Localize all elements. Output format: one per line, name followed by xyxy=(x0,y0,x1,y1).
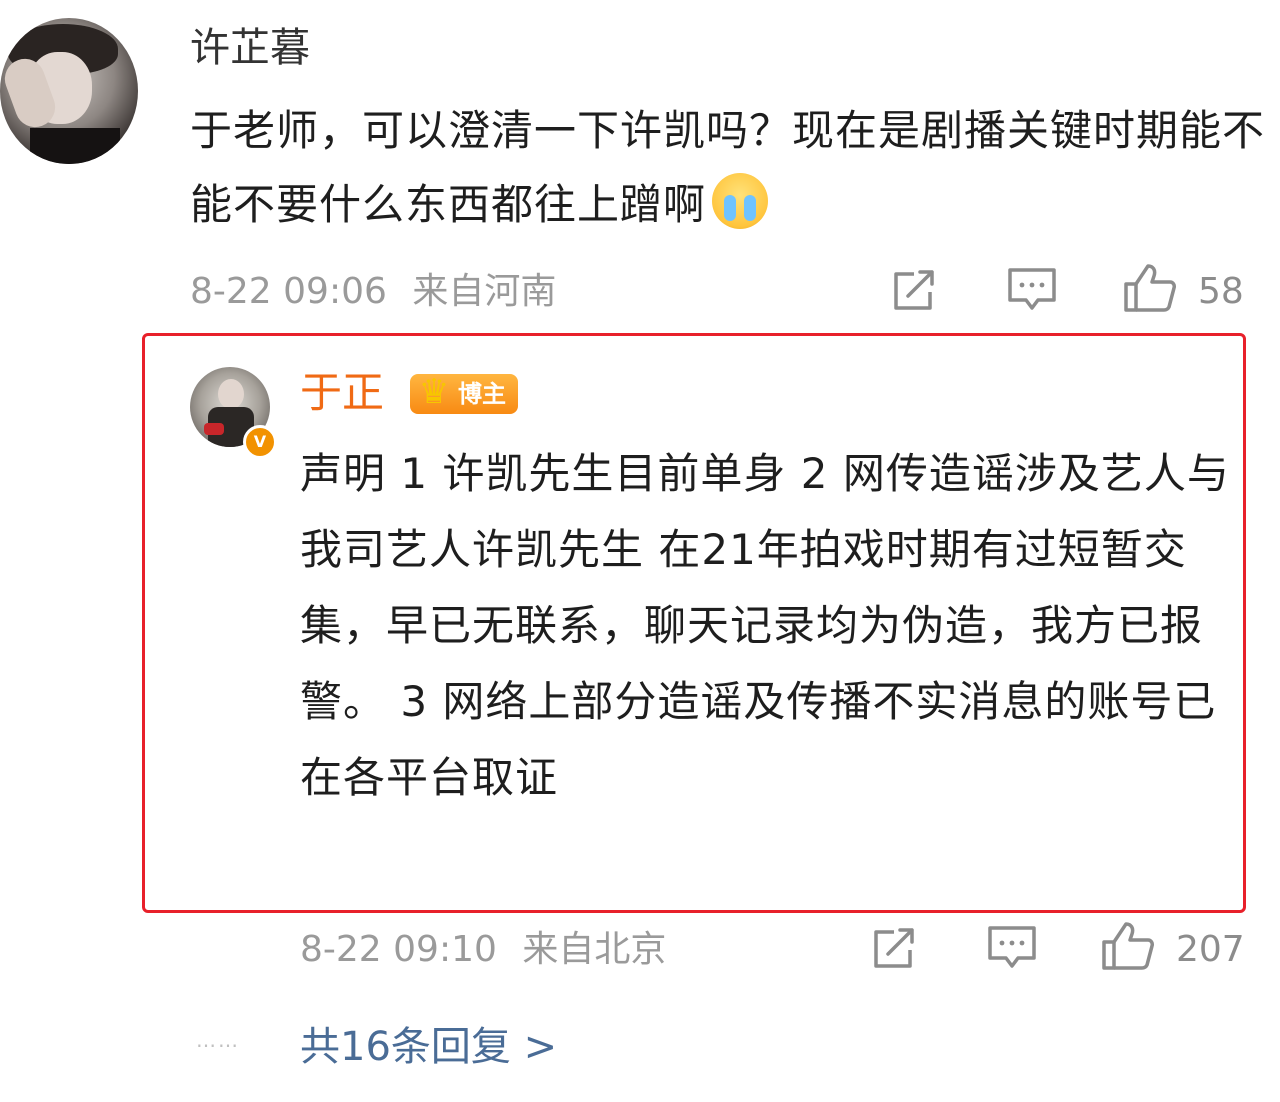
avatar[interactable] xyxy=(0,18,138,164)
like-icon[interactable] xyxy=(1100,920,1156,972)
verified-badge-icon: V xyxy=(243,425,277,459)
reply-text: 声明 1 许凯先生目前单身 2 网传造谣涉及艺人与我司艺人许凯先生 在21年拍戏… xyxy=(300,449,1230,802)
comment-timestamp: 8-22 09:06 xyxy=(190,271,387,312)
repost-icon[interactable] xyxy=(870,926,920,972)
reply-meta: 8-22 09:10 来自北京 xyxy=(300,928,666,972)
comment-location: 来自河南 xyxy=(412,271,557,312)
reply-location: 来自北京 xyxy=(522,929,667,970)
like-count: 207 xyxy=(1176,929,1245,970)
comment-text: 于老师，可以澄清一下许凯吗？现在是剧播关键时期能不能不要什么东西都往上蹭啊 xyxy=(190,94,1270,242)
repost-icon[interactable] xyxy=(890,268,940,314)
crown-icon: ♛ xyxy=(418,372,450,412)
comment-username[interactable]: 许芷暮 xyxy=(190,24,310,72)
separator-dots: …… xyxy=(196,1028,240,1052)
blogger-badge: ♛ 博主 xyxy=(410,372,518,414)
like-count: 58 xyxy=(1198,271,1244,312)
like-icon[interactable] xyxy=(1122,262,1178,314)
comment-icon[interactable] xyxy=(986,924,1038,972)
reply-username[interactable]: 于正 xyxy=(300,368,384,418)
comment-icon[interactable] xyxy=(1006,266,1058,314)
comment-meta: 8-22 09:06 来自河南 xyxy=(190,270,556,314)
cry-emoji-icon xyxy=(712,173,769,229)
blogger-badge-label: 博主 xyxy=(458,380,506,408)
more-replies-link[interactable]: 共16条回复 > xyxy=(300,1022,557,1072)
reply-timestamp: 8-22 09:10 xyxy=(300,929,497,970)
